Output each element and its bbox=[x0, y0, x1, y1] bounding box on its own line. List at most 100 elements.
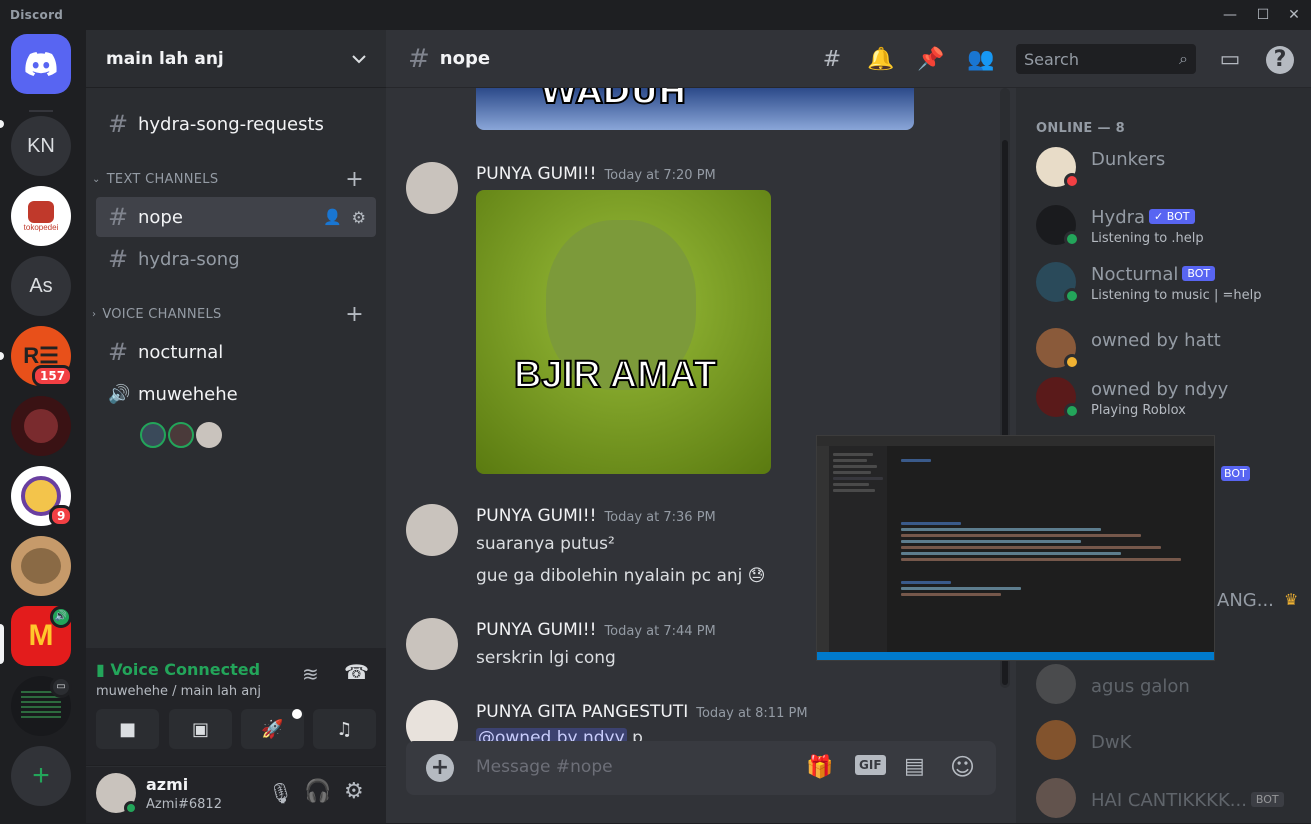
close-button[interactable]: ✕ bbox=[1282, 4, 1306, 26]
sticker-icon[interactable]: ▤ bbox=[904, 754, 925, 779]
preview-statusbar bbox=[817, 652, 1214, 660]
code-line bbox=[901, 546, 1161, 549]
home-button[interactable] bbox=[11, 34, 71, 94]
bot-tag: BOT bbox=[1182, 266, 1216, 281]
online-status-icon bbox=[1064, 231, 1080, 247]
member-item[interactable]: DwK bbox=[1036, 716, 1306, 766]
server-tokopedei[interactable]: tokopedei bbox=[11, 186, 71, 246]
message-author[interactable]: PUNYA GUMI!! Today at 7:20 PM bbox=[476, 164, 716, 184]
message-author[interactable]: PUNYA GUMI!! Today at 7:36 PM bbox=[476, 506, 716, 526]
rocket-icon: 🚀 bbox=[261, 718, 284, 740]
member-list-icon[interactable]: 👥 bbox=[967, 46, 995, 74]
message-author[interactable]: PUNYA GUMI!! Today at 7:44 PM bbox=[476, 620, 716, 640]
avatar[interactable] bbox=[406, 162, 458, 214]
headphones-icon[interactable]: 🎧 bbox=[304, 779, 331, 804]
bot-tag: BOT bbox=[1250, 792, 1284, 807]
app-brand: Discord bbox=[10, 8, 64, 22]
emoji-icon[interactable]: ☺ bbox=[950, 753, 975, 781]
category-text-channels[interactable]: ⌄ TEXT CHANNELS + bbox=[92, 167, 376, 192]
threads-icon[interactable]: # bbox=[818, 46, 846, 74]
screen-share-button[interactable]: ▣ bbox=[169, 709, 232, 749]
gif-icon[interactable]: GIF bbox=[855, 755, 886, 775]
gear-icon[interactable]: ⚙ bbox=[344, 779, 364, 804]
avatar[interactable] bbox=[406, 504, 458, 556]
attach-plus-icon[interactable]: + bbox=[426, 754, 454, 782]
gear-icon[interactable]: ⚙ bbox=[352, 208, 366, 227]
code-line bbox=[833, 477, 883, 480]
member-item[interactable]: HAI CANTIKKKK... BOT bbox=[1036, 774, 1306, 824]
avatar[interactable] bbox=[406, 618, 458, 670]
screen-share-preview[interactable] bbox=[816, 435, 1215, 661]
add-channel-icon[interactable]: + bbox=[345, 167, 364, 192]
member-item[interactable]: owned by hatt bbox=[1036, 324, 1306, 374]
member-name: agus galon bbox=[1091, 676, 1190, 697]
online-status-icon bbox=[1064, 288, 1080, 304]
disconnect-icon[interactable]: ☎ bbox=[344, 660, 369, 684]
search-input[interactable]: Search ⌕ bbox=[1016, 44, 1196, 74]
avatar[interactable] bbox=[196, 422, 222, 448]
user-panel: azmi Azmi#6812 🎙 🎧 ⚙ bbox=[86, 767, 386, 823]
code-line bbox=[901, 522, 961, 525]
preview-explorer bbox=[829, 446, 887, 660]
channel-nocturnal[interactable]: # nocturnal bbox=[96, 332, 376, 372]
server-label: tokopedei bbox=[23, 222, 59, 232]
member-item[interactable]: Hydra ✓ BOT Listening to .help bbox=[1036, 201, 1306, 251]
maximize-button[interactable]: ☐ bbox=[1251, 4, 1275, 26]
invite-icon[interactable]: 👤 bbox=[323, 208, 342, 226]
discord-logo-icon bbox=[25, 52, 57, 76]
hash-icon: # bbox=[108, 338, 129, 366]
server-cat[interactable] bbox=[11, 536, 71, 596]
signal-icon: ▮ bbox=[96, 660, 111, 679]
avatar[interactable] bbox=[168, 422, 194, 448]
voice-location[interactable]: muwehehe / main lah anj bbox=[96, 684, 261, 699]
image-attachment[interactable]: WADUH bbox=[476, 88, 914, 130]
channel-nope[interactable]: # nope 👤 ⚙ bbox=[96, 197, 376, 237]
soundboard-button[interactable]: ♫ bbox=[313, 709, 376, 749]
soundboard-icon: ♫ bbox=[336, 718, 353, 740]
member-item[interactable]: Nocturnal BOT Listening to music | =help bbox=[1036, 258, 1306, 308]
server-anime[interactable] bbox=[11, 396, 71, 456]
voice-status: ▮ Voice Connected bbox=[96, 660, 261, 679]
new-dot bbox=[292, 709, 302, 719]
code-line bbox=[901, 587, 1021, 590]
noise-suppression-icon[interactable]: ≋ bbox=[302, 662, 319, 686]
image-attachment[interactable]: BJIR AMAT bbox=[476, 190, 771, 474]
hash-icon: # bbox=[108, 203, 129, 231]
channel-hydra-song[interactable]: # hydra-song bbox=[96, 239, 376, 279]
avatar[interactable] bbox=[140, 422, 166, 448]
server-kn[interactable]: KN bbox=[11, 116, 71, 176]
hash-icon: # bbox=[108, 110, 129, 138]
channel-title: nope bbox=[439, 48, 491, 69]
crown-icon: ♛ bbox=[1284, 590, 1299, 609]
member-item[interactable]: owned by ndyy Playing Roblox bbox=[1036, 373, 1306, 423]
help-icon[interactable]: ? bbox=[1266, 46, 1294, 74]
add-channel-icon[interactable]: + bbox=[345, 302, 364, 327]
bot-tag: BOT bbox=[1221, 466, 1250, 481]
minimize-button[interactable]: — bbox=[1218, 4, 1242, 26]
pin-icon[interactable]: 📌 bbox=[917, 46, 945, 74]
camera-button[interactable]: ■ bbox=[96, 709, 159, 749]
server-as[interactable]: As bbox=[11, 256, 71, 316]
message-input[interactable]: + Message #nope 🎁 GIF ▤ ☺ bbox=[406, 741, 996, 795]
selected-indicator bbox=[0, 624, 4, 664]
gift-icon[interactable]: 🎁 bbox=[806, 755, 833, 780]
category-label: VOICE CHANNELS bbox=[102, 307, 222, 322]
channel-sidebar: main lah anj # hydra-song-requests ⌄ TEXT … bbox=[0, 30, 386, 823]
online-header: ONLINE — 8 bbox=[1036, 121, 1125, 136]
member-item[interactable]: Dunkers bbox=[1036, 143, 1306, 193]
channel-hydra-song-requests[interactable]: # hydra-song-requests bbox=[96, 104, 376, 144]
category-voice-channels[interactable]: › VOICE CHANNELS + bbox=[92, 302, 376, 327]
member-item[interactable]: agus galon bbox=[1036, 660, 1306, 710]
inbox-icon[interactable]: ▭ bbox=[1216, 46, 1244, 74]
add-server-button[interactable]: + bbox=[11, 746, 71, 806]
hash-icon: # bbox=[108, 245, 129, 273]
guild-name: main lah anj bbox=[106, 48, 224, 69]
dnd-status-icon bbox=[1064, 173, 1080, 189]
guild-header[interactable]: main lah anj bbox=[86, 30, 386, 88]
microphone-icon[interactable]: 🎙 bbox=[268, 781, 293, 805]
member-name: Dunkers bbox=[1091, 149, 1166, 170]
message-author[interactable]: PUNYA GITA PANGESTUTI Today at 8:11 PM bbox=[476, 702, 808, 722]
preview-activity-bar bbox=[817, 446, 829, 660]
bell-icon[interactable]: 🔔 bbox=[867, 46, 895, 74]
voice-channel-muwehehe[interactable]: 🔊 muwehehe bbox=[96, 374, 376, 414]
